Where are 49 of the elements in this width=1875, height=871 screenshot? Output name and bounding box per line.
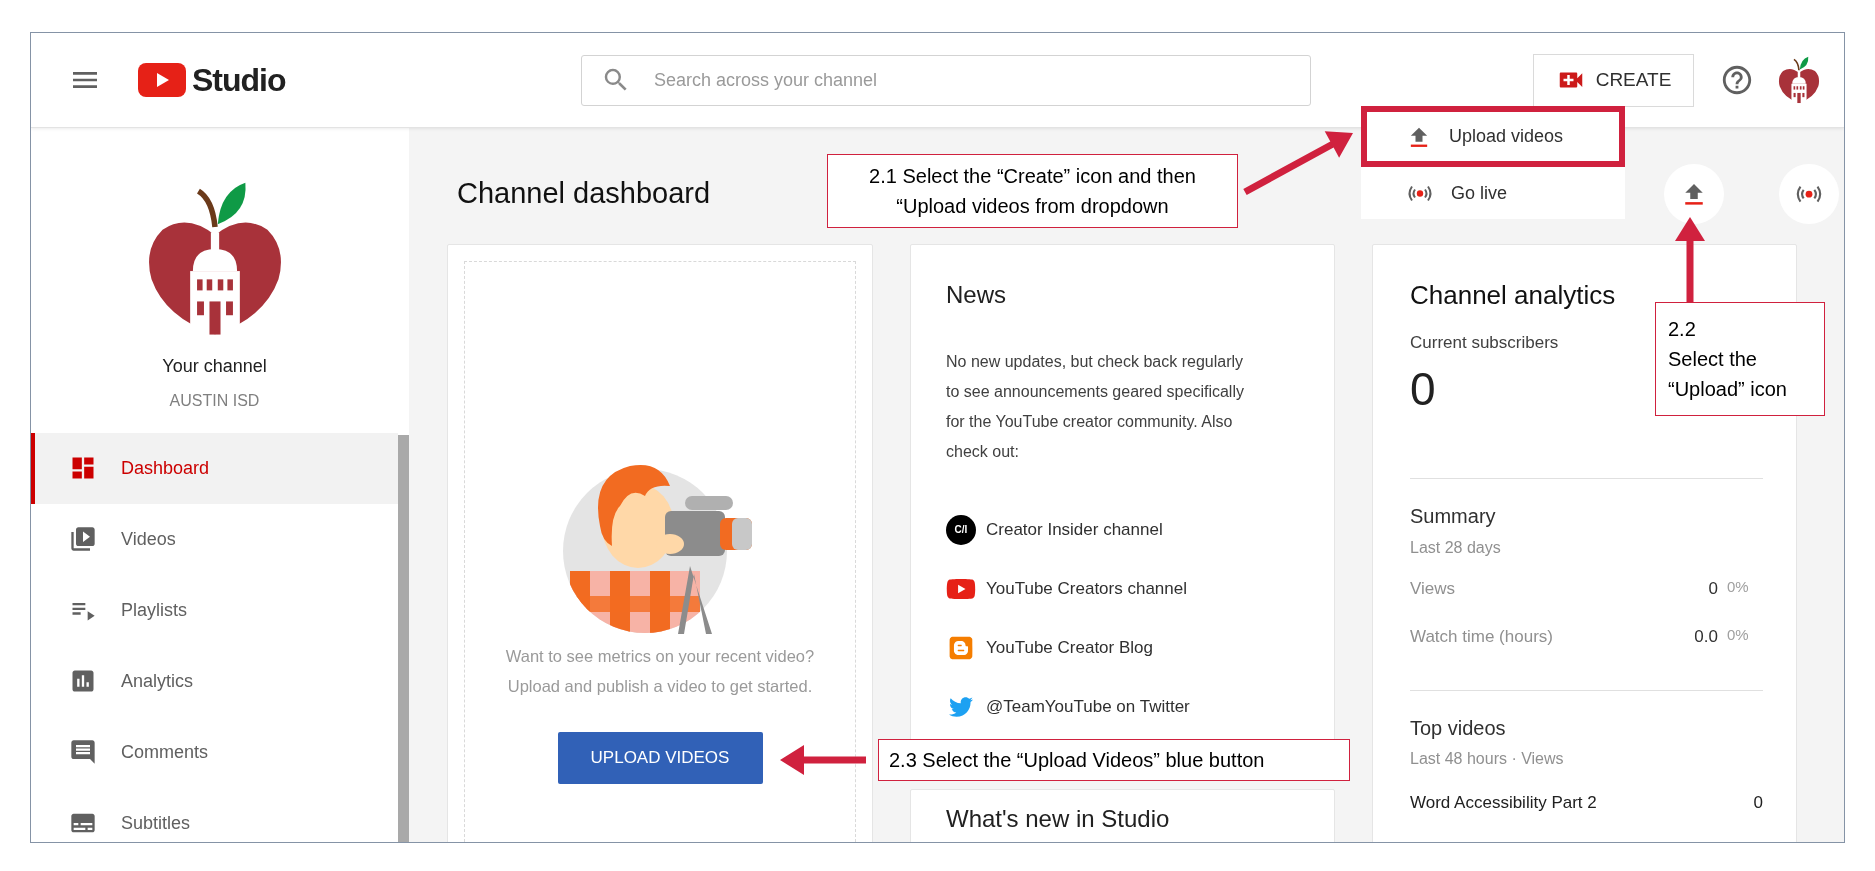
news-link[interactable]: @TeamYouTube on Twitter <box>986 693 1190 720</box>
period-label: Last 48 hours · Views <box>1410 749 1565 769</box>
video-views: 0 <box>1753 792 1763 815</box>
news-link[interactable]: YouTube Creators channel <box>986 575 1187 602</box>
page-title: Channel dashboard <box>456 176 711 212</box>
menu-item[interactable]: Upload videos <box>1361 106 1625 167</box>
period-label: Last 28 days <box>1410 538 1502 558</box>
studio-logo-text: Studio <box>192 61 286 100</box>
metric-value: 0.0 <box>1694 626 1718 649</box>
nav-item[interactable]: Playlists <box>31 574 398 646</box>
metric-change: 0% <box>1727 578 1749 595</box>
metric-label: Watch time (hours) <box>1410 626 1554 649</box>
video-title[interactable]: Word Accessibility Part 2 <box>1410 790 1754 816</box>
card-title: What's new in Studio <box>946 804 1171 834</box>
nav-item[interactable]: Videos <box>31 503 398 575</box>
nav-item[interactable]: Dashboard <box>31 432 398 504</box>
callout-note: 2.2 Select the “Upload” icon <box>1655 302 1825 416</box>
upload-videos-button[interactable]: UPLOAD VIDEOS <box>557 732 763 784</box>
upload-hint: Want to see metrics on your recent video? Upload and publish a video to get started. <box>505 646 815 697</box>
metric-label: Views <box>1410 578 1457 601</box>
news-link[interactable]: YouTube Creator Blog <box>986 634 1153 661</box>
nav-item[interactable]: Comments <box>31 716 398 788</box>
nav-item[interactable]: Subtitles <box>31 787 398 842</box>
creator-insider-icon: C/I <box>946 514 976 545</box>
bird-icon <box>949 694 973 719</box>
callout-note: 2.3 Select the “Upload Videos” blue button <box>878 739 1350 781</box>
metric-change: 0% <box>1727 626 1749 643</box>
nav-item[interactable]: Analytics <box>31 645 398 717</box>
news-link[interactable]: Creator Insider channel <box>986 516 1163 543</box>
avatar <box>1778 56 1820 104</box>
blogger-icon <box>948 634 974 661</box>
subscribers-label: Current subscribers <box>1410 332 1559 354</box>
video-library-icon <box>69 525 97 554</box>
channel-title: Your channel <box>161 354 268 378</box>
create-button[interactable]: CREATE <box>1533 53 1694 107</box>
card-title: News <box>946 280 1007 310</box>
play-logo-icon <box>138 63 186 97</box>
news-text: No new updates, but check back regularly to see announcements geared specifically for the YouTube creator community. Also check out: <box>946 352 1245 462</box>
section-title: Summary <box>1410 504 1497 529</box>
menu-item[interactable]: Go live <box>1361 167 1625 219</box>
subscriber-count: 0 <box>1410 364 1436 414</box>
card-title: Channel analytics <box>1410 280 1617 310</box>
metric-value: 0 <box>1708 578 1718 601</box>
channel-name: AUSTIN ISD <box>168 390 261 411</box>
search-field[interactable]: Search across your channel <box>581 54 1311 106</box>
callout-note: 2.1 Select the “Create” icon and then “Upload videos from dropdown <box>827 154 1238 228</box>
section-title: Top videos <box>1410 716 1507 741</box>
scrollbar[interactable] <box>398 435 409 842</box>
help-icon[interactable] <box>1720 63 1754 97</box>
